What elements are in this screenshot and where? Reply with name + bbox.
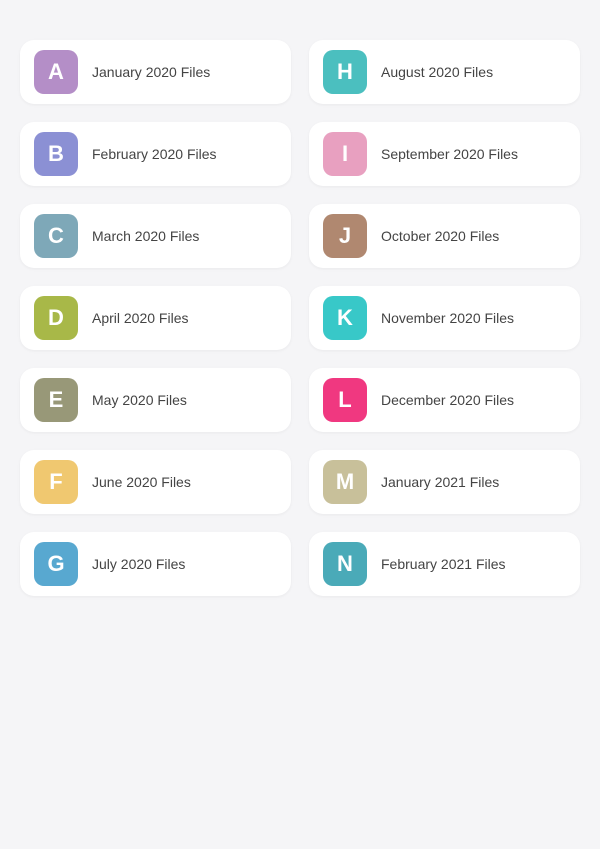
folder-item[interactable]: M January 2021 Files — [309, 450, 580, 514]
folder-label: September 2020 Files — [381, 146, 518, 162]
folder-item[interactable]: J October 2020 Files — [309, 204, 580, 268]
folder-label: October 2020 Files — [381, 228, 499, 244]
folder-item[interactable]: A January 2020 Files — [20, 40, 291, 104]
folder-badge: M — [323, 460, 367, 504]
folder-label: April 2020 Files — [92, 310, 189, 326]
folder-item[interactable]: G July 2020 Files — [20, 532, 291, 596]
folder-label: March 2020 Files — [92, 228, 199, 244]
folder-label: January 2021 Files — [381, 474, 499, 490]
folder-label: November 2020 Files — [381, 310, 514, 326]
folder-badge: H — [323, 50, 367, 94]
folder-item[interactable]: I September 2020 Files — [309, 122, 580, 186]
folder-badge: E — [34, 378, 78, 422]
folder-label: July 2020 Files — [92, 556, 185, 572]
folder-item[interactable]: B February 2020 Files — [20, 122, 291, 186]
folder-label: December 2020 Files — [381, 392, 514, 408]
folder-badge: J — [323, 214, 367, 258]
folder-badge: F — [34, 460, 78, 504]
folder-label: June 2020 Files — [92, 474, 191, 490]
folder-label: January 2020 Files — [92, 64, 210, 80]
folder-item[interactable]: F June 2020 Files — [20, 450, 291, 514]
folder-badge: D — [34, 296, 78, 340]
folder-label: February 2021 Files — [381, 556, 506, 572]
folder-badge: K — [323, 296, 367, 340]
folder-badge: A — [34, 50, 78, 94]
folder-item[interactable]: D April 2020 Files — [20, 286, 291, 350]
folder-label: May 2020 Files — [92, 392, 187, 408]
folder-item[interactable]: L December 2020 Files — [309, 368, 580, 432]
folder-badge: C — [34, 214, 78, 258]
folder-item[interactable]: H August 2020 Files — [309, 40, 580, 104]
folder-item[interactable]: C March 2020 Files — [20, 204, 291, 268]
folder-grid: A January 2020 Files H August 2020 Files B Fe… — [20, 40, 580, 596]
folder-badge: I — [323, 132, 367, 176]
folder-badge: B — [34, 132, 78, 176]
folder-label: August 2020 Files — [381, 64, 493, 80]
folder-badge: L — [323, 378, 367, 422]
folder-badge: G — [34, 542, 78, 586]
folder-label: February 2020 Files — [92, 146, 217, 162]
folder-item[interactable]: K November 2020 Files — [309, 286, 580, 350]
folder-item[interactable]: E May 2020 Files — [20, 368, 291, 432]
folder-item[interactable]: N February 2021 Files — [309, 532, 580, 596]
folder-badge: N — [323, 542, 367, 586]
